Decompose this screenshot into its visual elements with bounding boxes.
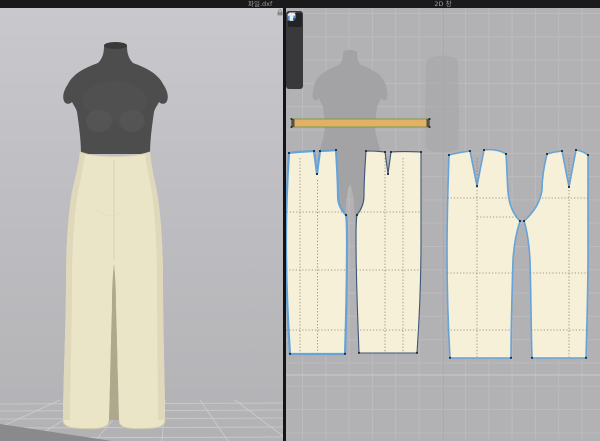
viewport-2d[interactable] [286, 8, 600, 441]
garment-pants-3d[interactable] [63, 152, 165, 429]
titlebar: 파일.dxf 2D 창 [0, 0, 600, 8]
toolbar-2d [286, 11, 303, 89]
show-garment-button[interactable] [288, 28, 302, 42]
tshirt-pin-icon [286, 11, 297, 22]
neck-cap [104, 42, 127, 49]
file-title: 파일.dxf [248, 0, 272, 8]
pattern-pant-back-left[interactable] [447, 149, 521, 359]
pin-garment-button[interactable] [288, 73, 302, 87]
pattern-pant-front-right[interactable] [356, 150, 422, 354]
bust-left [86, 110, 112, 132]
mannequin-torso[interactable] [63, 42, 168, 154]
avatar-silhouette-back [425, 56, 459, 153]
pattern-waistband[interactable] [291, 118, 431, 128]
clo3d-app-window: 파일.dxf 2D 창 [0, 0, 600, 441]
info-button[interactable] [288, 43, 302, 57]
sewing-tool-button[interactable] [288, 58, 302, 72]
pattern-pant-back-right[interactable] [523, 149, 589, 359]
viewport-3d[interactable] [0, 8, 283, 441]
2d-window-title: 2D 창 [286, 0, 600, 8]
pattern-pant-front-left[interactable] [286, 149, 347, 355]
bust-right [119, 110, 145, 132]
lock-icon[interactable] [277, 1, 283, 20]
